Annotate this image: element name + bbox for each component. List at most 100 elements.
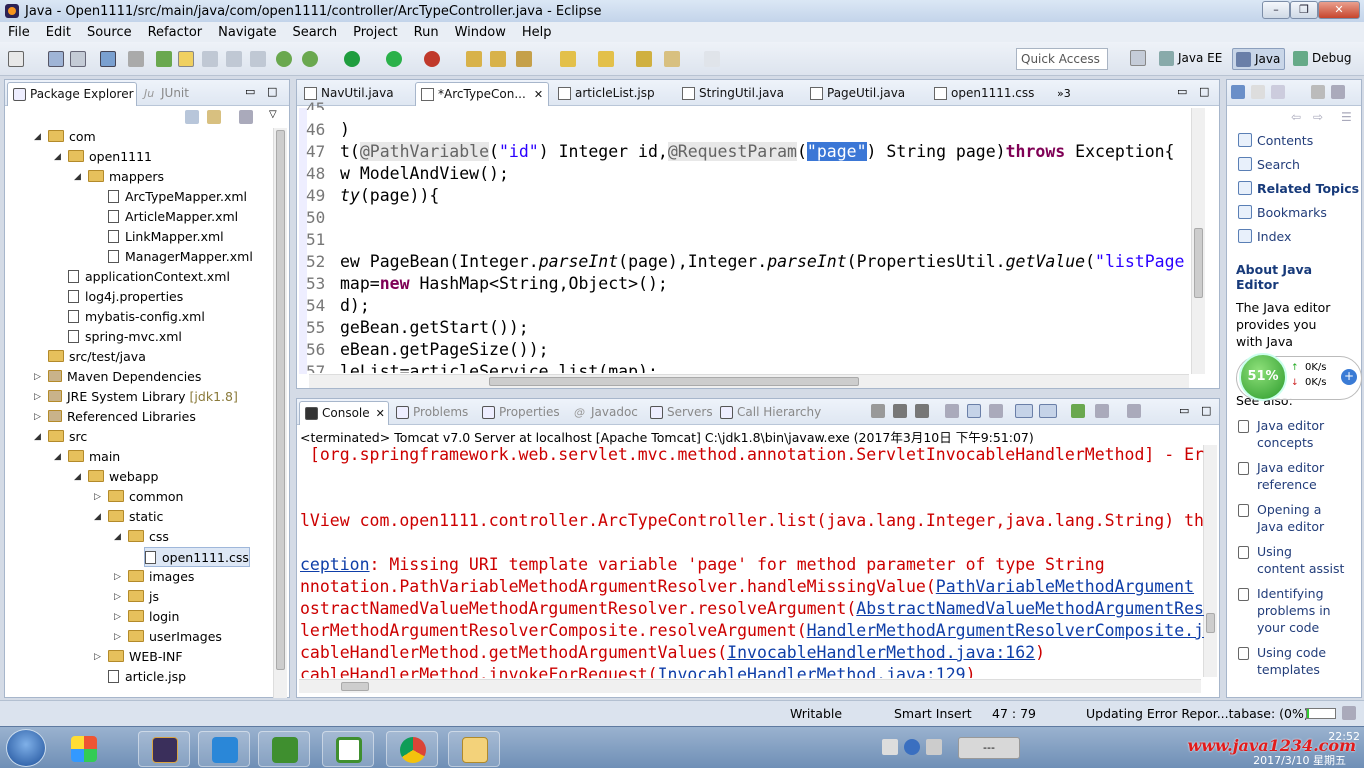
perspective-java[interactable]: Java: [1232, 48, 1286, 70]
tree-item[interactable]: ◢ com: [34, 127, 96, 147]
more-tabs-button[interactable]: »3: [1057, 87, 1071, 100]
open-console-icon[interactable]: [1127, 404, 1141, 418]
minimize-view-icon[interactable]: ▭: [245, 85, 255, 98]
help-topic-link[interactable]: templates: [1257, 662, 1320, 677]
code-line[interactable]: ty(page)){: [340, 185, 439, 207]
stack-trace-link[interactable]: InvocableHandlerMethod.java:129: [658, 665, 966, 678]
whitespace-icon[interactable]: [226, 51, 242, 67]
sync-icon[interactable]: [302, 51, 318, 67]
tab-properties[interactable]: Properties: [477, 401, 569, 425]
help-topic-link[interactable]: reference: [1257, 477, 1317, 492]
tree-item[interactable]: ▷ js: [114, 587, 159, 607]
show-stdout-icon[interactable]: [1015, 404, 1033, 418]
word-wrap-icon[interactable]: [989, 404, 1003, 418]
menu-refactor[interactable]: Refactor: [140, 25, 211, 40]
tab-pageutil[interactable]: PageUtil.java: [805, 82, 927, 106]
help-topic-link[interactable]: your code: [1257, 620, 1319, 635]
tree-item[interactable]: log4j.properties: [68, 287, 183, 307]
tree-item[interactable]: ◢ open1111: [54, 147, 152, 167]
help-link-contents[interactable]: Contents: [1257, 133, 1313, 148]
start-button[interactable]: [6, 729, 46, 767]
explorer-scrollbar[interactable]: [273, 128, 287, 698]
help-topic-link[interactable]: Opening a: [1257, 502, 1321, 517]
tray-help-icon[interactable]: [904, 739, 920, 755]
taskbar-chrome[interactable]: [386, 731, 438, 767]
tab-open1111-css[interactable]: open1111.css: [929, 82, 1051, 106]
memory-gauge[interactable]: 51%: [1239, 353, 1287, 401]
view-menu-icon[interactable]: [239, 110, 253, 124]
tab-arctypecontroller[interactable]: *ArcTypeCon... ✕: [415, 82, 549, 106]
new-icon[interactable]: [8, 51, 24, 67]
view-dropdown-icon[interactable]: ▽: [269, 109, 277, 120]
taskbar-camtasia[interactable]: [258, 731, 310, 767]
menu-project[interactable]: Project: [345, 25, 405, 40]
tree-item[interactable]: ManagerMapper.xml: [108, 247, 253, 267]
code-line[interactable]: geBean.getStart());: [340, 317, 529, 339]
tree-item[interactable]: ◢ css: [114, 527, 169, 547]
code-line-current[interactable]: t(@PathVariable("id") Integer id,@Reques…: [340, 141, 1190, 163]
progress-bar[interactable]: [1306, 708, 1336, 719]
code-line[interactable]: leList=articleService.list(map);: [340, 361, 658, 373]
stack-trace-link[interactable]: HandlerMethodArgumentResolverComposite.j: [807, 621, 1204, 640]
menu-navigate[interactable]: Navigate: [210, 25, 284, 40]
maximize-view-icon[interactable]: □: [267, 85, 277, 98]
console-horizontal-scrollbar[interactable]: [299, 679, 1201, 693]
tab-stringutil[interactable]: StringUtil.java: [677, 82, 803, 106]
close-tab-icon[interactable]: ✕: [534, 88, 543, 101]
tab-articlelist[interactable]: articleList.jsp: [553, 82, 675, 106]
tray-icon[interactable]: [926, 739, 942, 755]
last-edit-icon[interactable]: [636, 51, 652, 67]
code-line[interactable]: w ModelAndView();: [340, 163, 509, 185]
tree-item[interactable]: ◢ mappers: [74, 167, 164, 187]
tree-item[interactable]: applicationContext.xml: [68, 267, 230, 287]
code-line[interactable]: map=new HashMap<String,Object>();: [340, 273, 668, 295]
tree-item[interactable]: spring-mvc.xml: [68, 327, 182, 347]
collapsed-arrow-icon[interactable]: ▷: [94, 487, 104, 507]
menu-source[interactable]: Source: [79, 25, 140, 40]
tray-icon[interactable]: [882, 739, 898, 755]
tree-item[interactable]: ▷ Maven Dependencies: [34, 367, 201, 387]
link-editor-icon[interactable]: [207, 110, 221, 124]
maximize-view-icon[interactable]: □: [1199, 85, 1209, 98]
tree-item[interactable]: article.jsp: [108, 667, 186, 687]
tab-problems[interactable]: Problems: [391, 401, 475, 425]
progress-view-icon[interactable]: [1342, 706, 1356, 720]
minimize-view-icon[interactable]: ▭: [1179, 404, 1189, 417]
perspective-javaee[interactable]: Java EE: [1156, 48, 1226, 70]
help-forward-icon[interactable]: ⇨: [1313, 110, 1323, 124]
menu-window[interactable]: Window: [447, 25, 514, 40]
help-icon[interactable]: [1231, 85, 1245, 99]
back-icon[interactable]: [664, 51, 680, 67]
collapsed-arrow-icon[interactable]: ▷: [114, 587, 124, 607]
help-topic-link[interactable]: Identifying: [1257, 586, 1324, 601]
tab-junit[interactable]: Ju JUnit: [139, 82, 219, 106]
expanded-arrow-icon[interactable]: ◢: [34, 127, 44, 147]
plus-icon[interactable]: +: [1341, 369, 1357, 385]
collapsed-arrow-icon[interactable]: ▷: [114, 567, 124, 587]
taskbar-app-launcher[interactable]: [58, 731, 110, 767]
show-source-icon[interactable]: [250, 51, 266, 67]
skip-breakpoints-icon[interactable]: [128, 51, 144, 67]
tab-call-hierarchy[interactable]: Call Hierarchy: [715, 401, 827, 425]
minimize-button[interactable]: –: [1262, 1, 1290, 19]
tree-item[interactable]: ▷ login: [114, 607, 179, 627]
help-link-index[interactable]: Index: [1257, 229, 1291, 244]
collapsed-arrow-icon[interactable]: ▷: [114, 607, 124, 627]
settings-icon[interactable]: [1331, 85, 1345, 99]
tree-item[interactable]: ◢ main: [54, 447, 120, 467]
help-topic-link[interactable]: Java editor: [1257, 418, 1324, 433]
save-all-icon[interactable]: [70, 51, 86, 67]
maximize-button[interactable]: ❐: [1290, 1, 1318, 19]
help-link-bookmarks[interactable]: Bookmarks: [1257, 205, 1327, 220]
tree-item[interactable]: src/test/java: [48, 347, 146, 367]
expanded-arrow-icon[interactable]: ◢: [54, 147, 64, 167]
help-topic-link[interactable]: Java editor: [1257, 519, 1324, 534]
code-line[interactable]: ): [340, 119, 350, 141]
taskbar-wps[interactable]: [198, 731, 250, 767]
exception-link[interactable]: ception: [300, 555, 370, 574]
tray-indicator[interactable]: ---: [958, 737, 1020, 759]
expanded-arrow-icon[interactable]: ◢: [34, 427, 44, 447]
tree-item[interactable]: LinkMapper.xml: [108, 227, 224, 247]
annotation-icon[interactable]: [560, 51, 576, 67]
remove-all-icon[interactable]: [915, 404, 929, 418]
